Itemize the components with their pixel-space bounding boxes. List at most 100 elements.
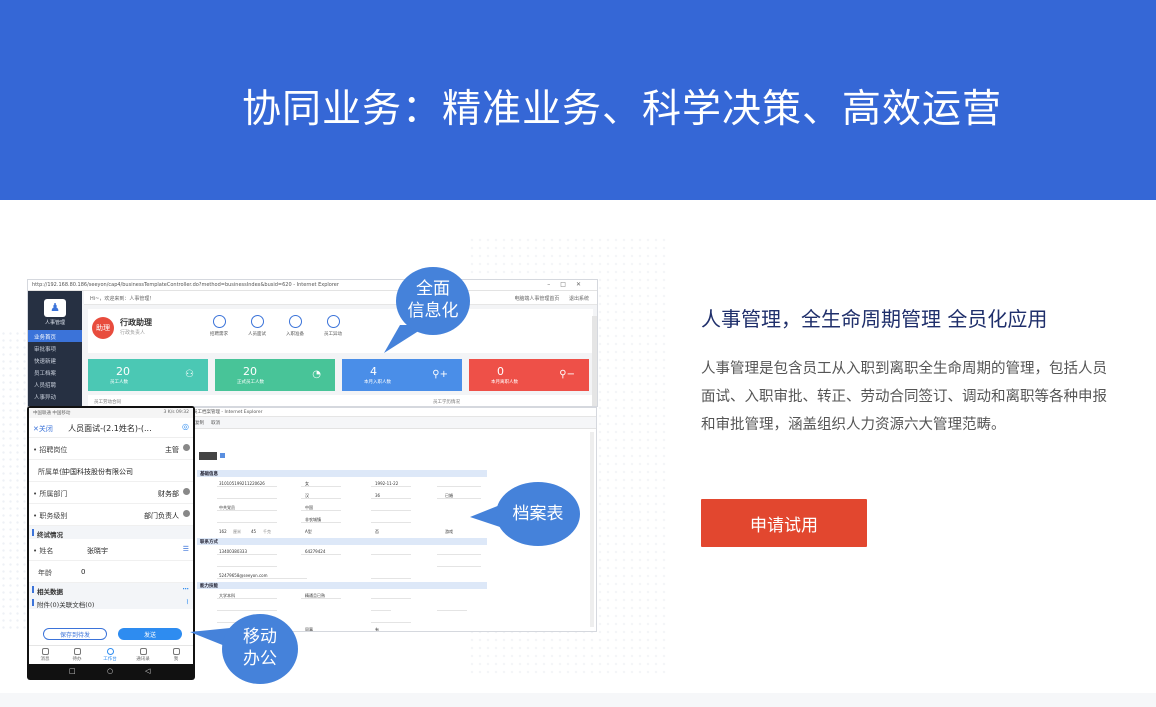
desktop-main: Hi~，欢迎来到：人事管理！ 电脑端人事管理首页 退出系统 助理 行政助理 行政…	[84, 291, 597, 406]
workbench-icon	[106, 648, 114, 655]
back-icon: ◁	[145, 667, 151, 675]
row-label: • 职务级别	[33, 512, 68, 520]
stat-value: 20	[116, 365, 130, 378]
stat-value: 0	[497, 365, 504, 378]
field-value: 45	[251, 529, 257, 534]
quick-action-label: 招聘需求	[210, 332, 228, 337]
callout-info: 全面 信息化	[396, 267, 470, 335]
carrier-label: 中国联通 中国移动	[33, 411, 71, 416]
photo-thumbnail	[199, 452, 217, 460]
stat-card: 4 本月入职人数 ⚲+	[342, 359, 462, 391]
panel-label: 员工学历情况	[433, 400, 460, 405]
row-label-text: 姓名	[39, 547, 54, 555]
form-row: 中共党员 中国	[197, 502, 487, 512]
quick-action-label: 员工异动	[324, 332, 342, 337]
phone-actions: 保存到待发 发送	[29, 626, 193, 644]
form-row: 大学本科 精通且已熟	[197, 590, 487, 600]
scrollbar	[592, 316, 597, 406]
toolbar-copy: 复制	[195, 421, 204, 426]
paperclip-icon: ⌇	[185, 598, 189, 606]
stat-card: 0 本月离职人数 ⚲−	[469, 359, 589, 391]
tab-label: 待办	[72, 657, 82, 662]
banner-title: 协同业务：精准业务、科学决策、高效运营	[242, 87, 1003, 132]
save-draft-button[interactable]: 保存到待发	[43, 628, 107, 640]
row-label-text: 所属部门	[39, 490, 68, 498]
tab-workbench[interactable]: 工作台	[96, 648, 124, 662]
row-value: 主管	[165, 446, 179, 454]
list-icon: ☰	[182, 545, 189, 553]
field-value: 同事	[305, 627, 313, 632]
clear-icon	[183, 444, 190, 451]
form-row: 162 厘米 45 千克 A型 否 游戏	[197, 526, 487, 536]
feature-title: 人事管理，全生命周期管理 全员化应用	[701, 307, 1048, 331]
trial-button[interactable]: 申请试用	[701, 499, 867, 547]
recent-apps-icon: □	[69, 667, 76, 675]
field-value: 游戏	[445, 529, 453, 534]
page: 协同业务：精准业务、科学决策、高效运营 http://192.168.80.18…	[0, 0, 1156, 707]
stat-label: 本月离职人数	[491, 380, 518, 385]
browser-titlebar: http://192.168.80.186/seeyon/cap4/busine…	[28, 280, 597, 291]
search-icon: ◎	[182, 422, 189, 431]
assistant-title: 行政助理	[120, 318, 152, 327]
nav-item: 人事异动	[34, 395, 57, 401]
status-right: 3 K/s 09:32	[163, 410, 189, 415]
stat-value: 20	[243, 365, 257, 378]
callout-line: 移动	[243, 627, 277, 647]
quick-action-label: 入职准备	[286, 332, 304, 337]
nav-item: 快速新建	[34, 359, 57, 365]
row-value: 0	[81, 568, 86, 576]
field-unit: 厘米	[233, 529, 241, 534]
callout-line: 信息化	[407, 301, 459, 321]
home-icon: ○	[107, 667, 114, 675]
tab-label: 工作台	[103, 657, 117, 662]
image-icon	[220, 453, 225, 458]
logo-label: 人事管理	[44, 320, 65, 326]
assistant-card: 助理 行政助理 行政负责人 招聘需求 人员面试 入职准备 员工异动	[88, 309, 593, 353]
stat-label: 正式员工人数	[237, 380, 264, 385]
field-value: 有	[375, 627, 379, 632]
tab-todo[interactable]: 待办	[63, 648, 91, 662]
window-controls-icon: –□✕	[547, 281, 591, 288]
row-label: • 招聘岗位	[33, 446, 68, 454]
section-header: 基础信息	[197, 470, 487, 477]
field-value: 否	[375, 529, 379, 534]
phone-section-header: 相关数据 ⋯	[29, 583, 193, 596]
bottom-strip	[0, 693, 1156, 707]
phone-status-bar: 中国联通 中国移动 3 K/s 09:32	[29, 408, 193, 418]
send-button[interactable]: 发送	[118, 628, 182, 640]
tab-label: 消息	[40, 657, 50, 662]
quick-action-icon	[212, 315, 226, 328]
desktop-sidebar: ♟ 人事管理 业务首页 审批事项 快速新建 员工档案 人员招聘 人事异动	[28, 291, 82, 406]
tab-contacts[interactable]: 通讯录	[129, 648, 157, 662]
app-logo-icon: ♟	[44, 299, 66, 317]
field-unit: 千克	[263, 529, 271, 534]
panel-label: 员工劳动合同	[94, 400, 121, 405]
callout-line: 办公	[243, 649, 277, 669]
tab-me[interactable]: 我	[162, 648, 190, 662]
topbar-right: 电脑端人事管理首页 退出系统	[514, 295, 589, 302]
nav-item: 人员招聘	[34, 383, 57, 389]
row-value: 财务部	[158, 490, 179, 498]
related-label: 相关数据	[37, 588, 63, 596]
tab-messages[interactable]: 消息	[31, 648, 59, 662]
user-remove-icon: ⚲−	[559, 369, 575, 380]
desktop-topbar: Hi~，欢迎来到：人事管理！ 电脑端人事管理首页 退出系统	[84, 291, 597, 305]
phone-screen: 中国联通 中国移动 3 K/s 09:32 ✕关闭 人员面试-(2.1姓名)-(…	[29, 408, 193, 664]
feature-description: 人事管理是包含员工从入职到离职全生命周期的管理，包括人员面试、入职审批、转正、劳…	[701, 361, 1107, 433]
form-row: 310105199211220626 女 1992-11-22	[197, 478, 487, 488]
desktop-screenshot: http://192.168.80.186/seeyon/cap4/busine…	[27, 279, 598, 407]
scrollbar	[590, 432, 594, 627]
logout-label: 退出系统	[568, 296, 589, 302]
phone-form-row: • 招聘岗位 主管	[29, 438, 193, 460]
quick-action: 员工异动	[318, 315, 348, 337]
row-label: 年龄	[38, 569, 52, 577]
phone-header: ✕关闭 人员面试-(2.1姓名)-(... ◎	[29, 418, 193, 438]
contacts-icon	[139, 648, 147, 655]
homepage-label: 电脑端人事管理首页	[514, 296, 560, 302]
quick-action-label: 人员面试	[248, 332, 266, 337]
form-row: 非农城镇	[197, 514, 487, 524]
phone-form-row: • 职务级别 部门负责人	[29, 504, 193, 526]
section-header: 能力技能	[197, 582, 487, 589]
clear-icon	[183, 488, 190, 495]
row-label: • 姓名	[33, 547, 54, 555]
